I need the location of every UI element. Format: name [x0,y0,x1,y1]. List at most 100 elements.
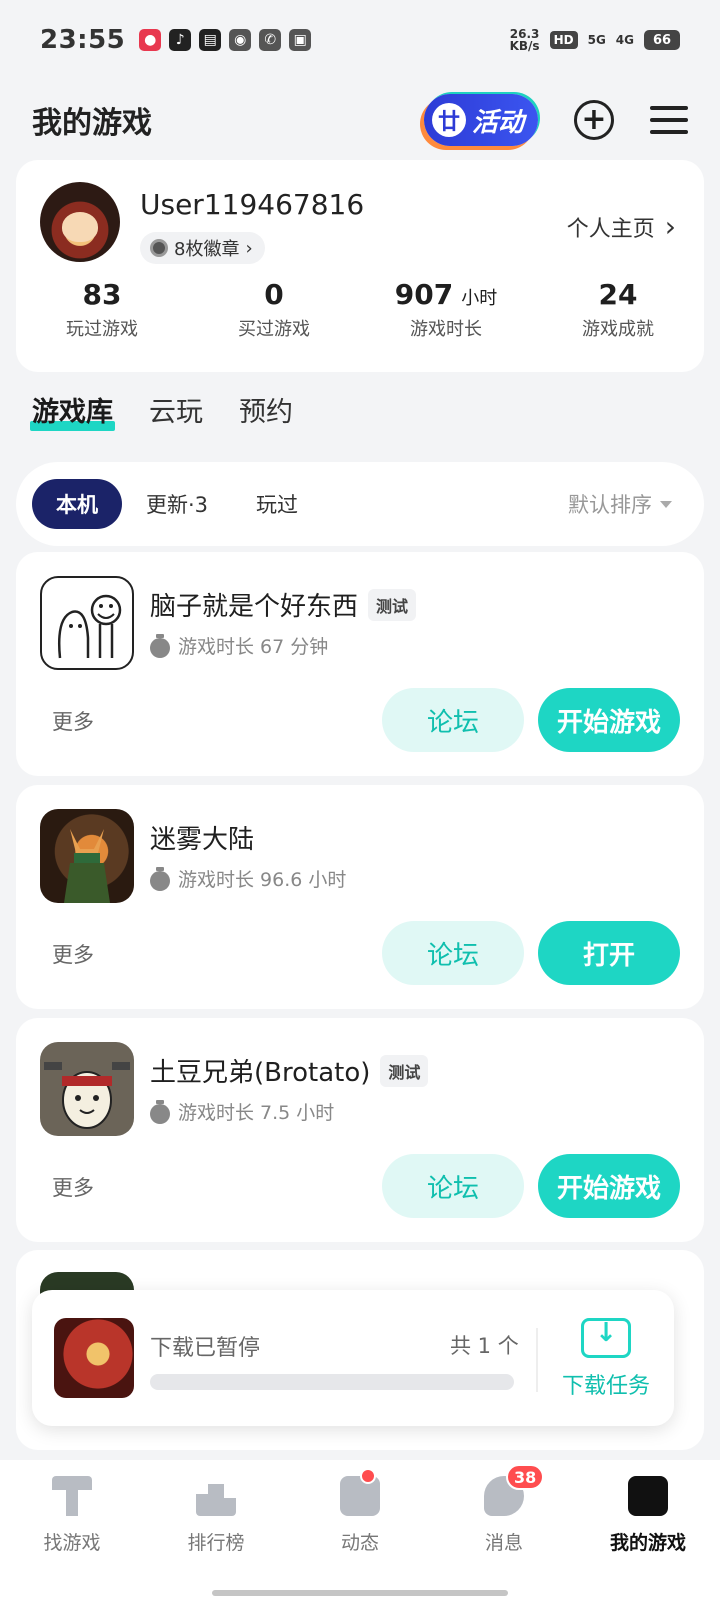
plus-icon: + [581,102,607,137]
forum-button[interactable]: 论坛 [382,921,524,985]
nav-my-games[interactable]: 我的游戏 [576,1476,720,1600]
bottom-navigation: 找游戏 排行榜 动态 38 消息 我的游戏 [0,1460,720,1600]
stat-label: 游戏成就 [582,319,654,340]
game-icon[interactable] [40,809,134,903]
hd-icon: HD [549,31,578,49]
network-speed-unit: KB/s [509,39,540,53]
nav-feed[interactable]: 动态 [288,1468,432,1600]
game-icon[interactable] [40,576,134,670]
nav-messages[interactable]: 38 消息 [432,1464,576,1600]
more-link[interactable]: 更多 [52,1172,94,1202]
filter-local[interactable]: 本机 [32,479,122,529]
game-title[interactable]: 迷雾大陆 [150,819,254,856]
signal-5g-icon: 5G [587,33,606,47]
profile-stats: 83 玩过游戏 0 买过游戏 907 小时 游戏时长 24 游戏成就 [16,278,704,341]
sort-dropdown[interactable]: 默认排序 [568,489,688,519]
download-icon [581,1318,631,1358]
test-tag: 测试 [368,588,417,621]
playtime-text: 游戏时长 7.5 小时 [178,1102,335,1124]
activity-button[interactable]: 廿 活动 [423,94,538,146]
notification-dot [360,1468,376,1484]
sort-label: 默认排序 [568,493,652,517]
my-games-icon [628,1476,668,1516]
playtime-text: 游戏时长 67 分钟 [178,636,329,658]
forum-button[interactable]: 论坛 [382,1154,524,1218]
nav-label: 我的游戏 [609,1532,686,1554]
battery-icon: 66 [644,30,680,50]
network-speed: 26.3 KB/s [510,28,540,52]
tab-cloud-play[interactable]: 云玩 [149,390,203,433]
signal-4g-icon: 4G [615,33,634,47]
more-link[interactable]: 更多 [52,706,94,736]
avatar[interactable] [40,182,120,262]
filter-played[interactable]: 玩过 [232,479,322,529]
stat-label: 买过游戏 [238,319,310,340]
feed-icon [340,1476,380,1516]
profile-card: User119467816 8枚徽章 › 个人主页 › 83 玩过游戏 0 买过… [16,160,704,372]
stat-value: 24 [598,278,638,311]
download-status-bar[interactable]: 下载已暂停 共 1 个 下载任务 [32,1290,674,1426]
stat-label: 游戏时长 [410,319,482,340]
library-tabs: 游戏库 云玩 预约 [30,390,293,433]
game-doodle-icon [58,594,122,659]
tieba-icon: ▣ [289,29,312,51]
game-card: 迷雾大陆 游戏时长 96.6 小时 更多 论坛 打开 [16,785,704,1009]
playtime: 游戏时长 7.5 小时 [150,1098,334,1125]
dropdown-arrow-icon [660,500,672,508]
add-button[interactable]: + [574,100,614,140]
nav-label: 排行榜 [187,1532,245,1554]
more-link[interactable]: 更多 [52,939,94,969]
find-game-icon [52,1476,92,1516]
start-game-button[interactable]: 开始游戏 [538,1154,680,1218]
download-status-text: 下载已暂停 [150,1336,261,1361]
filter-updates[interactable]: 更新·3 [122,479,232,529]
activity-logo-icon: 廿 [431,103,466,137]
stopwatch-icon [150,1099,170,1124]
download-tasks-button[interactable]: 下载任务 [552,1318,660,1400]
download-progress-bar [150,1374,514,1390]
stat-value: 0 [264,278,284,311]
tab-reservations[interactable]: 预约 [239,390,293,433]
news-app-icon: ▤ [199,29,222,51]
playtime-text: 游戏时长 96.6 小时 [178,869,347,891]
stopwatch-icon [150,866,170,891]
start-game-button[interactable]: 开始游戏 [538,688,680,752]
download-tasks-label: 下载任务 [561,1374,650,1399]
badges-button[interactable]: 8枚徽章 › [140,232,265,264]
username: User119467816 [140,188,365,221]
ranking-icon [196,1484,236,1516]
game-title[interactable]: 脑子就是个好东西 [150,586,358,623]
stopwatch-icon [150,633,170,658]
download-count: 共 1 个 [450,1334,519,1358]
stat-played-games[interactable]: 83 玩过游戏 [16,278,188,341]
game-icon[interactable] [40,1042,134,1136]
stat-value: 907 [394,278,454,311]
tab-game-library[interactable]: 游戏库 [30,390,115,433]
stat-play-time[interactable]: 907 小时 游戏时长 [360,278,532,341]
forum-button[interactable]: 论坛 [382,688,524,752]
divider [536,1328,538,1392]
medal-icon [150,239,168,257]
menu-button[interactable] [650,106,688,134]
tiktok-icon: ♪ [169,29,192,51]
nav-find-games[interactable]: 找游戏 [0,1476,144,1600]
playtime: 游戏时长 96.6 小时 [150,865,346,892]
page-title: 我的游戏 [32,106,152,141]
nav-label: 动态 [340,1532,379,1554]
home-indicator [212,1590,508,1596]
stat-achievements[interactable]: 24 游戏成就 [532,278,704,341]
fox-character-icon [64,829,110,903]
nav-ranking[interactable]: 排行榜 [144,1476,288,1600]
stat-bought-games[interactable]: 0 买过游戏 [188,278,360,341]
status-time: 23:55 [40,25,126,55]
potato-character-icon [44,1062,130,1129]
profile-home-link[interactable]: 个人主页 › [567,210,676,243]
notification-icons: ● ♪ ▤ ◉ ✆ ▣ [139,29,312,51]
game-title[interactable]: 土豆兄弟(Brotato) [150,1052,370,1089]
playtime: 游戏时长 67 分钟 [150,632,328,659]
open-game-button[interactable]: 打开 [538,921,680,985]
message-count-badge: 38 [506,1464,545,1490]
chevron-right-icon: › [245,237,253,259]
stat-label: 玩过游戏 [66,319,138,340]
app-notification-icon: ● [139,29,162,51]
